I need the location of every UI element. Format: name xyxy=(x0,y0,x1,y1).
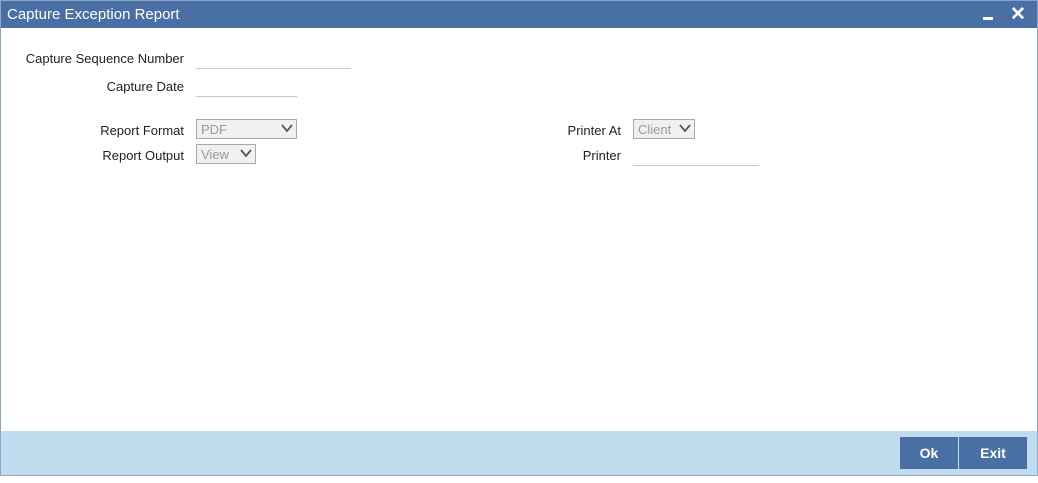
capture-sequence-number-field[interactable] xyxy=(196,53,351,69)
window-title: Capture Exception Report xyxy=(7,6,180,23)
printer-at-value: Client xyxy=(638,122,672,137)
report-output-value: View xyxy=(201,147,229,162)
printer-at-select[interactable]: Client xyxy=(633,119,695,139)
report-output-label: Report Output xyxy=(102,148,184,163)
printer-at-label: Printer At xyxy=(567,123,621,138)
ok-button[interactable]: Ok xyxy=(900,437,958,469)
report-format-label: Report Format xyxy=(100,123,184,138)
capture-sequence-number-label: Capture Sequence Number xyxy=(25,51,184,66)
capture-date-label: Capture Date xyxy=(106,79,184,94)
close-button[interactable]: ✕ xyxy=(1007,1,1029,28)
chevron-down-icon xyxy=(679,124,691,133)
title-bar: Capture Exception Report ✕ xyxy=(1,1,1037,28)
report-format-select[interactable]: PDF xyxy=(196,119,297,139)
close-icon: ✕ xyxy=(1010,4,1026,25)
capture-exception-report-window: Capture Exception Report ✕ Capture Seque… xyxy=(0,0,1038,476)
report-format-value: PDF xyxy=(201,122,227,137)
minimize-icon xyxy=(983,17,993,20)
report-output-select[interactable]: View xyxy=(196,144,256,164)
exit-button[interactable]: Exit xyxy=(959,437,1027,469)
printer-field[interactable] xyxy=(633,150,759,166)
chevron-down-icon xyxy=(240,149,252,158)
capture-date-field[interactable] xyxy=(196,81,297,97)
footer-bar: Ok Exit xyxy=(1,431,1037,475)
chevron-down-icon xyxy=(281,124,293,133)
minimize-button[interactable] xyxy=(977,1,999,28)
printer-label: Printer xyxy=(582,148,621,163)
